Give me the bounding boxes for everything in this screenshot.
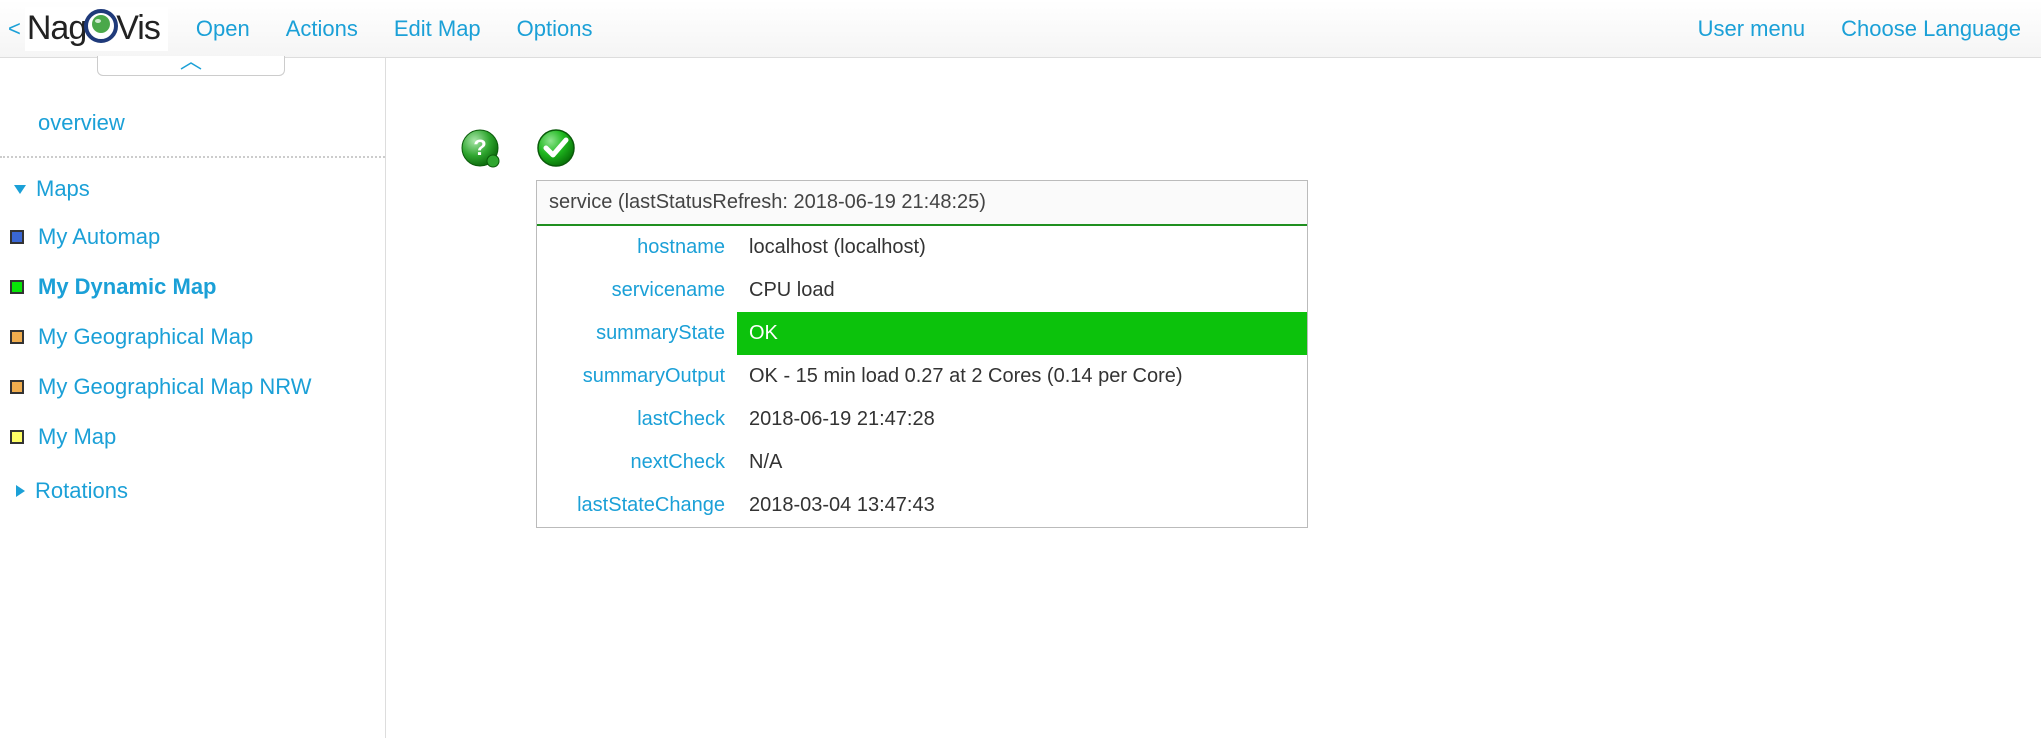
main-nav: Open Actions Edit Map Options <box>196 16 1698 42</box>
logo[interactable]: Nag Vis <box>25 7 168 51</box>
tooltip-row-next-check: nextCheck N/A <box>537 441 1307 484</box>
tooltip-value: 2018-03-04 13:47:43 <box>737 484 1307 527</box>
nav-open[interactable]: Open <box>196 16 250 42</box>
tooltip-row-summary-state: summaryState OK <box>537 312 1307 355</box>
tooltip-label: lastStateChange <box>537 484 737 527</box>
status-question-icon[interactable]: ? <box>460 128 500 168</box>
sidebar-collapse-toggle[interactable] <box>97 56 285 76</box>
tooltip-label: nextCheck <box>537 441 737 484</box>
status-square-icon <box>10 230 24 244</box>
status-square-icon <box>10 280 24 294</box>
logo-orb-icon <box>84 9 118 49</box>
sidebar-map-label: My Map <box>38 424 116 450</box>
tooltip-title: service (lastStatusRefresh: 2018-06-19 2… <box>537 181 1307 226</box>
sidebar-overview[interactable]: overview <box>0 98 385 148</box>
logo-text-vis: Vis <box>116 9 160 48</box>
tooltip-row-last-state-change: lastStateChange 2018-03-04 13:47:43 <box>537 484 1307 527</box>
sidebar-map-my-geographical-map[interactable]: My Geographical Map <box>0 312 385 362</box>
tooltip-value: localhost (localhost) <box>737 226 1307 269</box>
chevron-down-icon <box>14 185 26 194</box>
sidebar-group-maps[interactable]: Maps <box>0 166 385 212</box>
sidebar-map-label: My Geographical Map <box>38 324 253 350</box>
tooltip-label: hostname <box>537 226 737 269</box>
tooltip-value: OK <box>737 312 1307 355</box>
nav-choose-language[interactable]: Choose Language <box>1841 16 2021 42</box>
sidebar-map-label: My Automap <box>38 224 160 250</box>
tooltip-label: servicename <box>537 269 737 312</box>
svg-text:?: ? <box>473 135 486 160</box>
chevron-right-icon <box>16 485 25 497</box>
sidebar-map-label: My Geographical Map NRW <box>38 374 311 400</box>
tooltip-value: OK - 15 min load 0.27 at 2 Cores (0.14 p… <box>737 355 1307 398</box>
sidebar-group-rotations[interactable]: Rotations <box>0 468 385 514</box>
tooltip-row-hostname: hostname localhost (localhost) <box>537 226 1307 269</box>
status-square-icon <box>10 380 24 394</box>
status-square-icon <box>10 430 24 444</box>
tooltip-row-summary-output: summaryOutput OK - 15 min load 0.27 at 2… <box>537 355 1307 398</box>
sidebar-map-label: My Dynamic Map <box>38 274 217 300</box>
tooltip-table: hostname localhost (localhost) servicena… <box>537 226 1307 527</box>
sidebar-rotations-label: Rotations <box>35 478 128 504</box>
main-container: overview Maps My Automap My Dynamic Map … <box>0 58 2041 738</box>
nav-actions[interactable]: Actions <box>286 16 358 42</box>
service-tooltip: service (lastStatusRefresh: 2018-06-19 2… <box>536 180 1308 528</box>
nav-edit-map[interactable]: Edit Map <box>394 16 481 42</box>
sidebar-map-my-dynamic-map[interactable]: My Dynamic Map <box>0 262 385 312</box>
tooltip-label: summaryState <box>537 312 737 355</box>
tooltip-row-last-check: lastCheck 2018-06-19 21:47:28 <box>537 398 1307 441</box>
chevron-up-icon <box>179 62 203 70</box>
nav-options[interactable]: Options <box>517 16 593 42</box>
sidebar-map-my-geographical-map-nrw[interactable]: My Geographical Map NRW <box>0 362 385 412</box>
top-header: < Nag Vis Open Actions Edit Map Options … <box>0 0 2041 58</box>
status-square-icon <box>10 330 24 344</box>
sidebar-map-my-map[interactable]: My Map <box>0 412 385 462</box>
nav-user-menu[interactable]: User menu <box>1698 16 1806 42</box>
tooltip-value: CPU load <box>737 269 1307 312</box>
logo-text-nag: Nag <box>27 9 86 48</box>
nav-right: User menu Choose Language <box>1698 16 2021 42</box>
status-ok-icon[interactable] <box>536 128 576 168</box>
sidebar: overview Maps My Automap My Dynamic Map … <box>0 58 386 738</box>
sidebar-maps-label: Maps <box>36 176 90 202</box>
sidebar-divider <box>0 156 385 158</box>
status-icons: ? <box>460 128 2041 168</box>
map-canvas[interactable]: ? service <box>386 58 2041 738</box>
back-button[interactable]: < <box>8 16 21 42</box>
tooltip-row-servicename: servicename CPU load <box>537 269 1307 312</box>
tooltip-value: N/A <box>737 441 1307 484</box>
tooltip-label: lastCheck <box>537 398 737 441</box>
tooltip-label: summaryOutput <box>537 355 737 398</box>
sidebar-map-my-automap[interactable]: My Automap <box>0 212 385 262</box>
tooltip-value: 2018-06-19 21:47:28 <box>737 398 1307 441</box>
